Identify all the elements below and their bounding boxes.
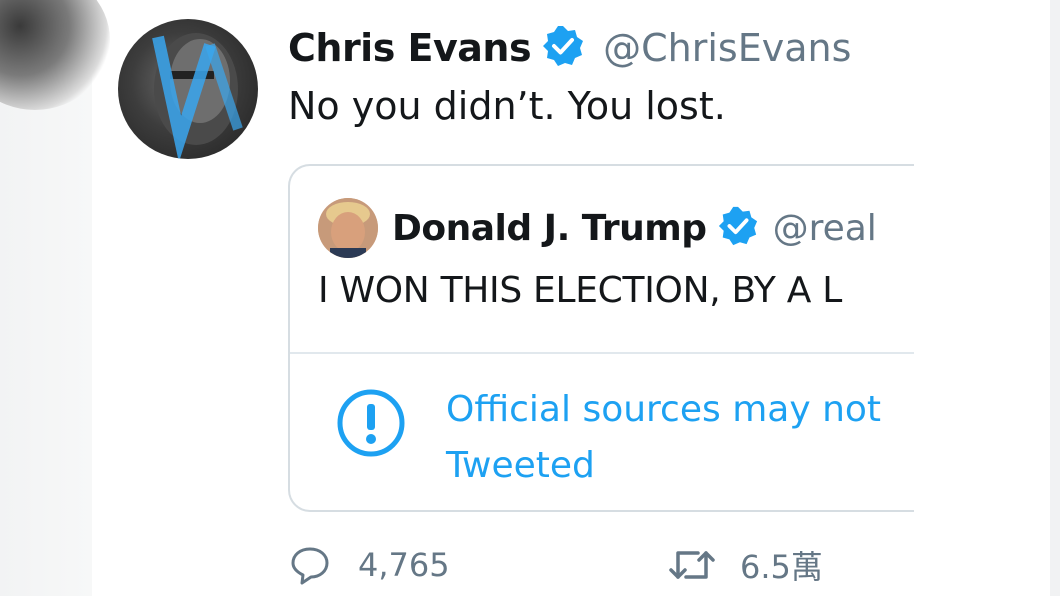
author-avatar[interactable]: [118, 19, 258, 159]
quoted-tweet-header: Donald J. Trump @real: [392, 202, 877, 254]
quoted-author-handle[interactable]: @real: [773, 208, 877, 249]
avatar-photo: [152, 33, 243, 159]
verified-badge-icon: [541, 24, 585, 72]
retweet-icon: [669, 551, 715, 579]
cropped-edge: [914, 0, 1050, 596]
tweet-header: Chris Evans @ChrisEvans: [288, 22, 851, 74]
disputed-claim-notice[interactable]: Official sources may not Tweeted: [446, 382, 881, 494]
retweet-count: 6.5萬: [740, 548, 823, 586]
quoted-tweet-text: I WON THIS ELECTION, BY A L: [318, 270, 842, 311]
retweet-button[interactable]: 6.5萬: [666, 540, 823, 590]
exclamation-circle-icon: [336, 388, 406, 458]
tweet-text: No you didn’t. You lost.: [288, 84, 726, 128]
reply-button[interactable]: 4,765: [288, 540, 450, 590]
reply-count: 4,765: [358, 546, 450, 584]
right-blurred-margin: [1050, 0, 1060, 596]
author-handle[interactable]: @ChrisEvans: [603, 26, 851, 70]
verified-badge-icon: [717, 205, 759, 251]
card-divider: [290, 352, 930, 354]
blurred-photo-fragment: [0, 0, 110, 110]
notice-line-1: Official sources may not: [446, 389, 882, 430]
quoted-author-avatar: [318, 198, 378, 258]
notice-line-2: Tweeted: [446, 445, 595, 486]
tweet-actions: 4,765 6.5萬: [288, 540, 988, 590]
reply-icon: [291, 547, 329, 585]
quoted-tweet-card[interactable]: Donald J. Trump @real I WON THIS ELECTIO…: [288, 164, 930, 512]
author-name[interactable]: Chris Evans: [288, 26, 532, 70]
left-blurred-margin: [0, 0, 110, 596]
quoted-author-name[interactable]: Donald J. Trump: [392, 208, 707, 249]
